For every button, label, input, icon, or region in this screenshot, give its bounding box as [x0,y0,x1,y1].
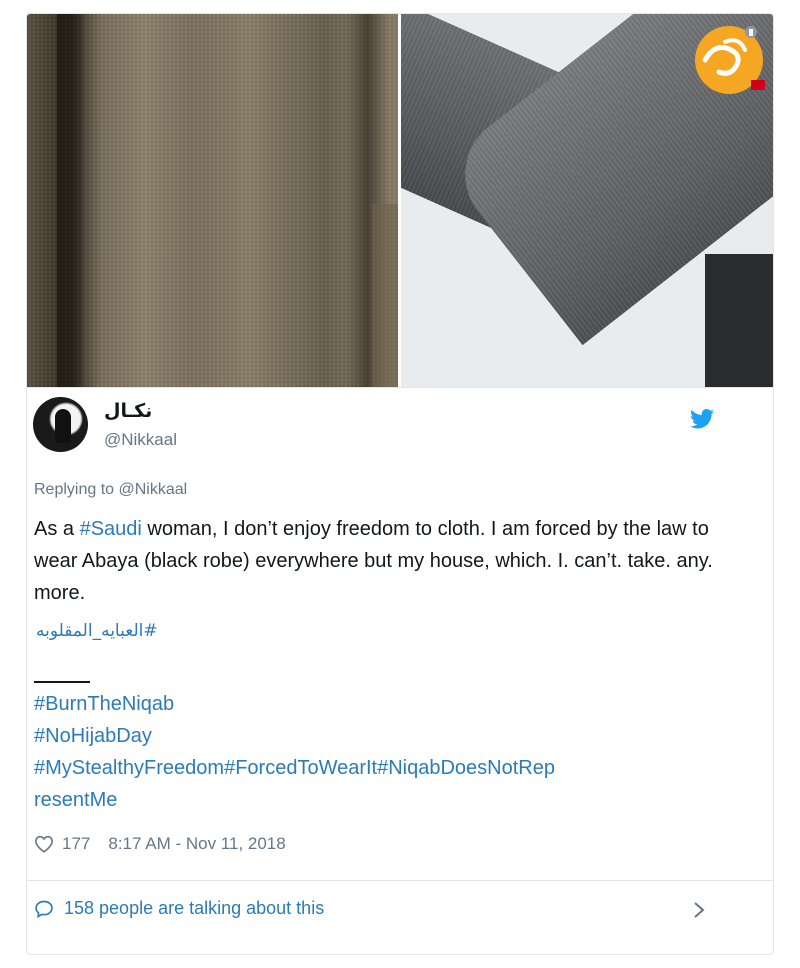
replying-to: Replying to @Nikkaal [34,481,187,499]
hashtag-combined-continued[interactable]: resentMe [34,784,734,816]
tweet-media[interactable] [27,14,773,387]
tweet-text: As a #Saudi woman, I don’t enjoy freedom… [34,513,724,609]
photo-fabric-closeup[interactable] [27,14,398,387]
fabric-fold [372,204,398,387]
sleeve-shadow [705,254,773,387]
conversation-count: 158 people are talking about this [64,898,325,918]
footer-divider [26,880,774,881]
tweet-meta: 177 8:17 AM - Nov 11, 2018 [34,834,286,854]
avatar-figure [55,409,71,443]
heart-icon[interactable] [34,835,54,853]
hashtag-saudi[interactable]: #Saudi [80,518,142,540]
like-count[interactable]: 177 [62,834,90,854]
speech-bubble-icon [35,900,53,918]
tweet-timestamp[interactable]: 8:17 AM - Nov 11, 2018 [108,834,285,854]
hashtag-combined[interactable]: #MyStealthyFreedom#ForcedToWearIt#NiqabD… [34,752,734,784]
twitter-bird-icon[interactable] [690,408,714,430]
photo-sleeve[interactable] [401,14,773,387]
hashtag-arabic[interactable]: #العبايه_المقلوبه [36,621,158,641]
fabric-fold [57,14,83,387]
media-separator [27,387,773,388]
replying-to-label: Replying to [34,481,115,498]
replying-to-handle[interactable]: @Nikkaal [119,481,188,498]
hashtag-list: #BurnTheNiqab #NoHijabDay #MyStealthyFre… [34,688,734,816]
chevron-right-icon[interactable] [692,900,706,920]
tweet-text-start: As a [34,518,80,540]
avatar[interactable] [33,397,88,452]
hashtag-burntheniqab[interactable]: #BurnTheNiqab [34,688,734,720]
text-divider [34,681,90,683]
conversation-link[interactable]: 158 people are talking about this [34,898,324,919]
hashtag-nohijabday[interactable]: #NoHijabDay [34,720,734,752]
user-handle[interactable]: @Nikkaal [104,430,177,450]
watermark-logo [695,26,765,94]
display-name[interactable]: نكـال [104,400,152,422]
